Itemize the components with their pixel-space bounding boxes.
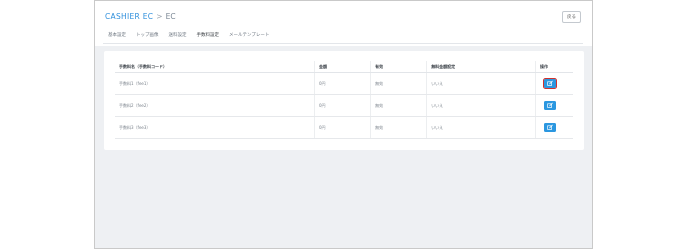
- free-setting-cell: いいえ: [426, 94, 536, 117]
- column-header-enabled: 有効: [370, 61, 427, 73]
- column-header-amount: 金額: [313, 61, 371, 73]
- table-row: 手数料2（fee2） 0円 無効 いいえ: [115, 94, 573, 117]
- enabled-cell: 無効: [370, 94, 427, 117]
- table-header-row: 手数料名（手数料コード） 金額 有効 無料金額設定 操作: [115, 61, 573, 73]
- table-row: 手数料3（fee3） 0円 無効 いいえ: [115, 116, 573, 139]
- edit-icon: [547, 80, 553, 86]
- fee-table: 手数料名（手数料コード） 金額 有効 無料金額設定 操作 手数料1（fee1） …: [115, 61, 573, 139]
- edit-button[interactable]: [544, 101, 557, 110]
- amount-cell: 0円: [313, 72, 371, 95]
- free-setting-cell: いいえ: [426, 72, 536, 95]
- amount-cell: 0円: [313, 94, 371, 117]
- edit-button[interactable]: [544, 123, 557, 132]
- column-header-actions: 操作: [535, 61, 573, 73]
- enabled-cell: 無効: [370, 116, 427, 139]
- fee-table-card: 手数料名（手数料コード） 金額 有効 無料金額設定 操作 手数料1（fee1） …: [104, 51, 584, 150]
- column-header-fee-name: 手数料名（手数料コード）: [115, 61, 315, 73]
- breadcrumb: CASHIER EC > EC: [105, 12, 176, 21]
- breadcrumb-current: EC: [165, 12, 176, 21]
- edit-button[interactable]: [542, 77, 558, 90]
- actions-cell: [535, 72, 573, 95]
- edit-icon: [547, 102, 553, 108]
- breadcrumb-separator: >: [156, 12, 163, 21]
- back-button[interactable]: 戻る: [562, 11, 581, 23]
- breadcrumb-home-link[interactable]: CASHIER EC: [105, 12, 153, 21]
- edit-icon: [547, 124, 553, 130]
- free-setting-cell: いいえ: [426, 116, 536, 139]
- fee-name-cell: 手数料2（fee2）: [115, 94, 315, 117]
- fee-name-cell: 手数料3（fee3）: [115, 116, 315, 139]
- amount-cell: 0円: [313, 116, 371, 139]
- actions-cell: [535, 94, 573, 117]
- header-card: CASHIER EC > EC 戻る 基本設定 トップ画像 送料設定 手数料設定 メ…: [95, 1, 592, 46]
- tab-divider: [103, 43, 583, 44]
- app-frame: CASHIER EC > EC 戻る 基本設定 トップ画像 送料設定 手数料設定 メ…: [94, 0, 593, 249]
- column-header-free-setting: 無料金額設定: [426, 61, 536, 73]
- actions-cell: [535, 116, 573, 139]
- enabled-cell: 無効: [370, 72, 427, 95]
- table-row: 手数料1（fee1） 0円 無効 いいえ: [115, 72, 573, 95]
- fee-name-cell: 手数料1（fee1）: [115, 72, 315, 95]
